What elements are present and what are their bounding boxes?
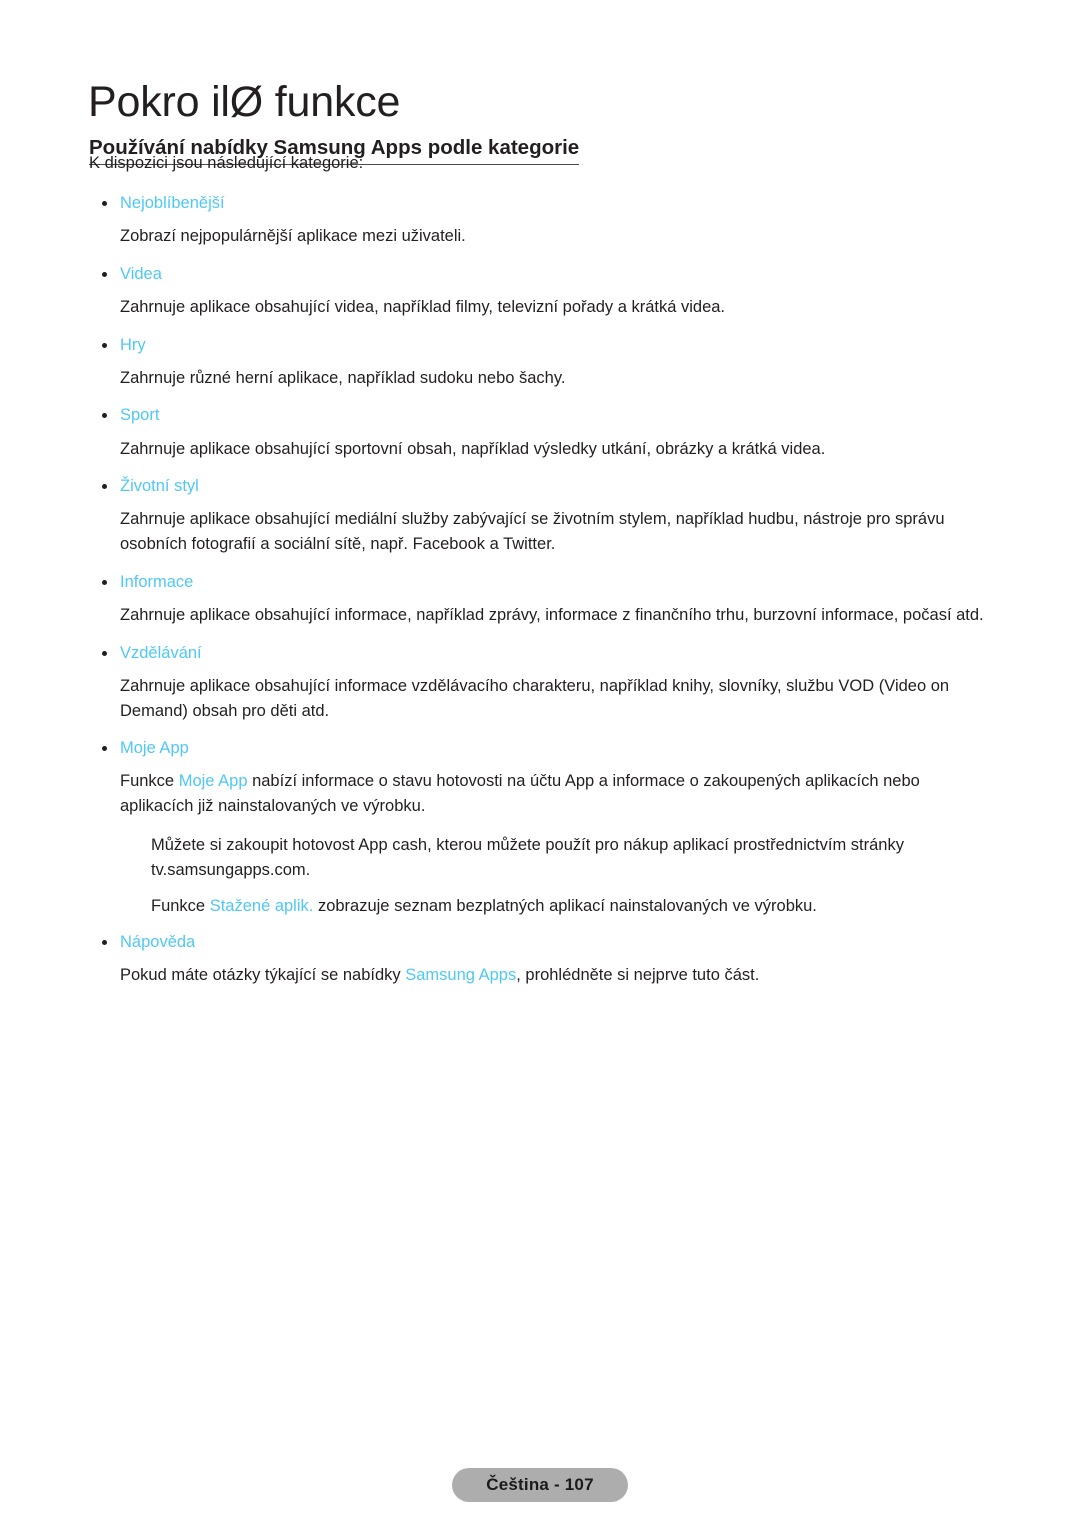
text-run: Funkce	[151, 897, 210, 916]
text-run: Funkce	[120, 772, 179, 791]
text-run: , prohlédněte si nejprve tuto část.	[516, 966, 760, 985]
list-item-hry: Hry	[89, 334, 991, 357]
list-item-vzdelavani: Vzdělávání	[89, 642, 991, 665]
category-description: Zahrnuje aplikace obsahující videa, např…	[120, 297, 726, 316]
category-description: Zahrnuje aplikace obsahující sportovní o…	[120, 439, 826, 458]
moje-app-paragraph-3: Funkce Stažené aplik. zobrazuje seznam b…	[89, 894, 991, 919]
category-description: Zahrnuje aplikace obsahující informace v…	[120, 676, 950, 720]
inline-highlight-samsung-apps: Samsung Apps	[405, 966, 517, 985]
bullet-dot-icon	[102, 484, 107, 490]
text-run: Pokud máte otázky týkající se nabídky	[120, 966, 406, 985]
intro-paragraph: K dispozici jsou následující kategorie:	[89, 154, 364, 172]
napoveda-paragraph: Pokud máte otázky týkající se nabídky Sa…	[89, 963, 991, 988]
bullet-dot-icon	[102, 413, 107, 419]
bullet-dot-icon	[102, 746, 107, 752]
bullet-dot-icon	[102, 200, 107, 206]
category-label: Informace	[120, 572, 194, 591]
moje-app-paragraph-2: Můžete si zakoupit hotovost App cash, kt…	[151, 835, 904, 879]
category-label: Nejoblíbenější	[120, 193, 225, 212]
page-footer-badge: Čeština - 107	[452, 1468, 628, 1502]
moje-app-paragraph-1: Funkce Moje App nabízí informace o stavu…	[89, 769, 991, 819]
category-description: Zobrazí nejpopulárnější aplikace mezi už…	[120, 227, 466, 246]
text-run: zobrazuje seznam bezplatných aplikací na…	[313, 897, 817, 916]
bullet-dot-icon	[102, 650, 107, 656]
bullet-dot-icon	[102, 940, 107, 946]
list-item-videa: Videa	[89, 263, 991, 286]
category-label: Videa	[120, 264, 162, 283]
bullet-dot-icon	[102, 271, 107, 277]
category-description: Zahrnuje aplikace obsahující mediální sl…	[120, 510, 945, 554]
category-label: Hry	[120, 335, 146, 354]
list-item-napoveda: Nápověda	[89, 931, 991, 954]
category-description: Zahrnuje aplikace obsahující informace, …	[120, 605, 984, 624]
category-label: Nápověda	[120, 933, 196, 952]
inline-highlight-stazene-aplik: Stažené aplik.	[209, 897, 314, 916]
manual-page: Pokro ilØ funkce Používání nabídky Samsu…	[0, 0, 1080, 1534]
page-number-label: Čeština - 107	[486, 1475, 594, 1494]
bullet-dot-icon	[102, 579, 107, 585]
list-item-moje-app: Moje App	[89, 737, 991, 760]
bullet-dot-icon	[102, 342, 107, 348]
list-item-zivotni-styl: Životní styl	[89, 475, 991, 498]
page-title: Pokro ilØ funkce	[88, 77, 401, 126]
category-label: Sport	[120, 406, 160, 425]
list-item-informace: Informace	[89, 571, 991, 594]
list-item-nejoblibenejsi: Nejoblíbenější	[89, 192, 991, 215]
category-label: Životní styl	[120, 477, 199, 496]
page-content: K dispozici jsou následující kategorie: …	[89, 152, 991, 1002]
category-description: Zahrnuje různé herní aplikace, například…	[120, 368, 566, 387]
category-label: Moje App	[120, 739, 189, 758]
category-label: Vzdělávání	[120, 643, 202, 662]
list-item-sport: Sport	[89, 404, 991, 427]
inline-highlight-moje-app: Moje App	[178, 772, 248, 791]
